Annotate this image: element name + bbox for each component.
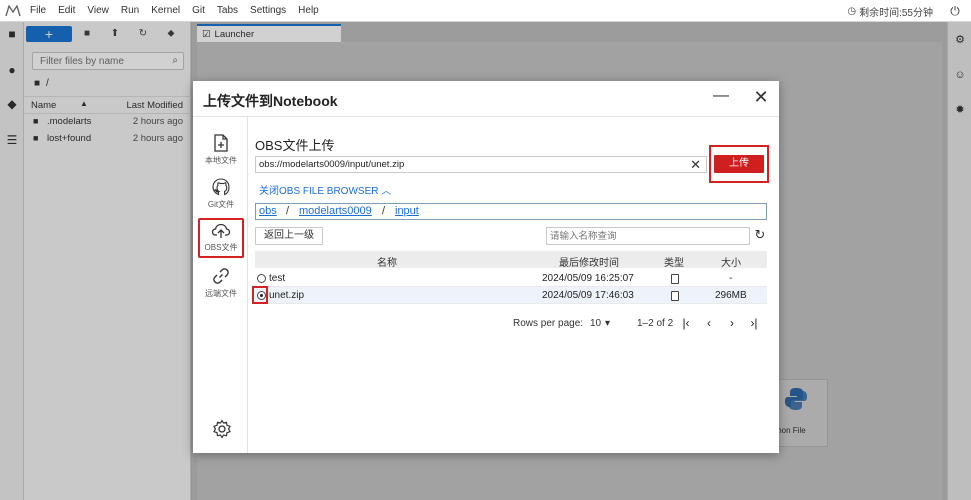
- obs-breadcrumb: obs / modelarts0009 / input: [255, 203, 767, 220]
- toggle-label: 关闭OBS FILE BROWSER: [259, 186, 379, 197]
- menu-tabs[interactable]: Tabs: [211, 5, 244, 16]
- back-to-parent-button[interactable]: 返回上一级: [255, 227, 323, 245]
- menu-git[interactable]: Git: [186, 5, 211, 16]
- upload-button[interactable]: 上传: [714, 155, 764, 173]
- chevron-up-icon: ︿: [381, 186, 392, 197]
- cloud-upload-icon: [211, 223, 231, 238]
- sidebar-item-git-file[interactable]: Git文件: [198, 177, 244, 217]
- menu-kernel[interactable]: Kernel: [145, 5, 186, 16]
- menubar: File Edit View Run Kernel Git Tabs Setti…: [0, 0, 971, 22]
- row-radio[interactable]: [257, 291, 266, 300]
- chevron-down-icon[interactable]: ▾: [605, 318, 610, 329]
- menu-help[interactable]: Help: [292, 5, 325, 16]
- column-name: 名称: [377, 258, 397, 269]
- breadcrumb-input[interactable]: input: [395, 205, 419, 217]
- minimize-icon[interactable]: —: [713, 88, 729, 105]
- first-page-icon[interactable]: |‹: [679, 316, 693, 330]
- file-icon: [671, 274, 679, 284]
- settings-gear-icon[interactable]: [212, 419, 232, 439]
- breadcrumb-separator: /: [286, 205, 290, 217]
- sidebar-item-local-file[interactable]: 本地文件: [198, 133, 244, 173]
- session-timer: ◷ 剩余时间:55分钟: [847, 4, 933, 19]
- menu-settings[interactable]: Settings: [244, 5, 292, 16]
- upload-dialog: 上传文件到Notebook — ✕ 本地文件 Git文件 OBS文件 远端文件 …: [193, 81, 779, 453]
- prev-page-icon[interactable]: ‹: [702, 316, 716, 330]
- menu-edit[interactable]: Edit: [52, 5, 81, 16]
- table-row[interactable]: unet.zip 2024/05/09 17:46:03 296MB: [252, 286, 767, 304]
- menu-run[interactable]: Run: [115, 5, 145, 16]
- power-icon[interactable]: ⏻: [947, 3, 963, 19]
- table-pagination: Rows per page: 10 ▾ 1–2 of 2 |‹ ‹ › ›|: [513, 316, 769, 332]
- breadcrumb-bucket[interactable]: modelarts0009: [299, 205, 372, 217]
- row-size: 296MB: [715, 290, 747, 301]
- menu-file[interactable]: File: [24, 5, 52, 16]
- name-search-field[interactable]: [546, 227, 750, 245]
- upload-highlight: 上传: [709, 145, 769, 183]
- section-title: OBS文件上传: [255, 138, 335, 153]
- obs-path-input[interactable]: [256, 157, 686, 172]
- next-page-icon[interactable]: ›: [725, 316, 739, 330]
- sidebar-item-label: OBS文件: [204, 243, 238, 252]
- last-page-icon[interactable]: ›|: [747, 316, 761, 330]
- dialog-title: 上传文件到Notebook: [203, 93, 338, 109]
- upload-source-sidebar: 本地文件 Git文件 OBS文件 远端文件: [193, 117, 248, 453]
- clear-icon[interactable]: ✕: [690, 157, 701, 172]
- obs-upload-section: OBS文件上传 ✕ 上传 关闭OBS FILE BROWSER ︿ obs / …: [252, 117, 769, 453]
- refresh-icon[interactable]: ↻: [753, 228, 767, 242]
- timer-text: 剩余时间:55分钟: [859, 8, 933, 19]
- table-row[interactable]: test 2024/05/09 16:25:07 -: [255, 270, 767, 287]
- menu-view[interactable]: View: [81, 5, 115, 16]
- row-modified: 2024/05/09 17:46:03: [542, 290, 634, 301]
- breadcrumb-separator: /: [382, 205, 386, 217]
- row-name: test: [269, 273, 286, 284]
- sidebar-item-obs-file[interactable]: OBS文件: [198, 218, 244, 258]
- row-radio[interactable]: [257, 274, 266, 283]
- file-plus-icon: [214, 134, 228, 152]
- row-name: unet.zip: [269, 290, 305, 301]
- column-type: 类型: [664, 258, 684, 269]
- name-search-input[interactable]: [547, 228, 747, 244]
- column-modified: 最后修改时间: [559, 258, 619, 269]
- sidebar-item-label: 本地文件: [205, 156, 237, 165]
- sidebar-item-remote-file[interactable]: 远端文件: [198, 266, 244, 306]
- sidebar-item-label: 远端文件: [205, 289, 237, 298]
- page-range: 1–2 of 2: [637, 318, 674, 329]
- row-size: -: [729, 273, 733, 284]
- row-modified: 2024/05/09 16:25:07: [542, 273, 634, 284]
- github-icon: [212, 178, 230, 196]
- file-icon: [671, 291, 679, 301]
- obs-table-header: 名称 最后修改时间 类型 大小: [255, 251, 767, 269]
- breadcrumb-obs[interactable]: obs: [259, 205, 277, 217]
- column-size: 大小: [721, 258, 741, 269]
- sidebar-item-label: Git文件: [207, 200, 235, 209]
- link-icon: [213, 268, 229, 284]
- obs-path-field[interactable]: ✕: [255, 156, 707, 173]
- close-icon[interactable]: ✕: [753, 88, 769, 106]
- jupyter-logo-icon: [2, 0, 24, 22]
- rows-per-page-select[interactable]: 10: [590, 318, 601, 329]
- close-obs-browser-link[interactable]: 关闭OBS FILE BROWSER ︿: [259, 182, 391, 197]
- rows-per-page-label: Rows per page:: [513, 318, 584, 329]
- clock-icon: ◷: [847, 6, 857, 17]
